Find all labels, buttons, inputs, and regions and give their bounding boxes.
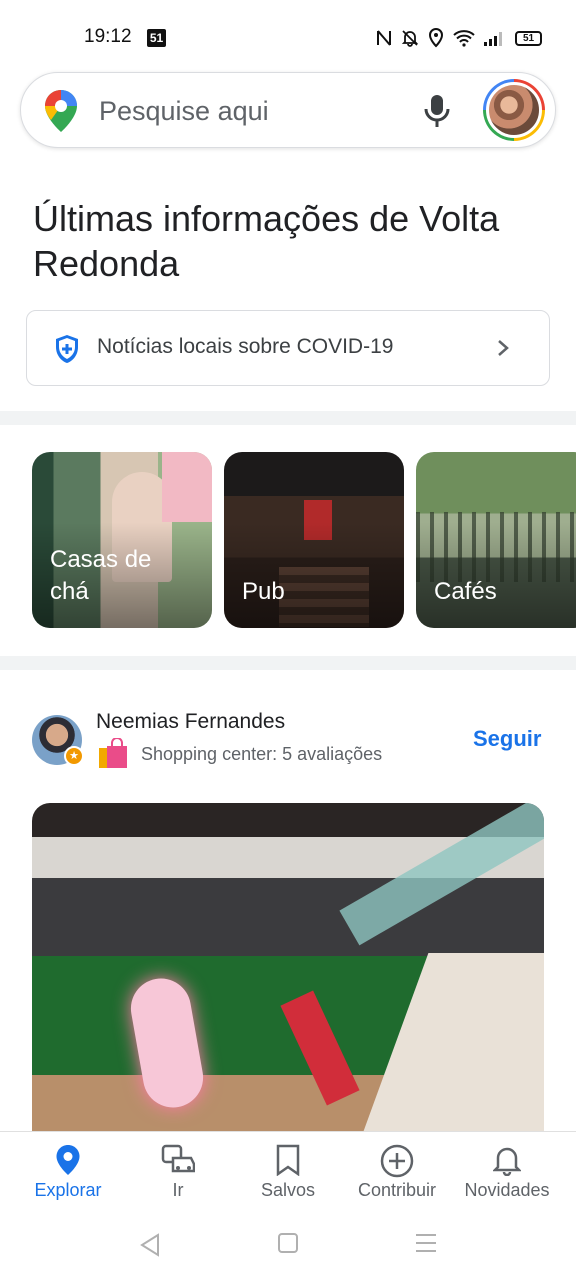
- reviewer-name[interactable]: Neemias Fernandes: [96, 710, 285, 734]
- nav-label: Salvos: [260, 1180, 316, 1200]
- category-label: Pub: [242, 578, 285, 605]
- account-avatar[interactable]: [483, 79, 545, 141]
- shopping-bag-icon: [99, 738, 127, 768]
- bell-off-icon: [401, 30, 419, 47]
- wifi-icon: [453, 30, 475, 47]
- maps-pin-icon: [45, 90, 77, 132]
- nav-label: Explorar: [34, 1180, 102, 1200]
- home-icon[interactable]: [278, 1233, 298, 1253]
- menu-icon[interactable]: [415, 1233, 437, 1253]
- nav-label: Novidades: [464, 1180, 550, 1200]
- shield-icon: [56, 335, 78, 363]
- status-bar: 19:12 51 51: [0, 0, 576, 72]
- section-divider: [0, 411, 576, 425]
- search-bar[interactable]: Pesquise aqui: [20, 72, 556, 148]
- pin-icon: [56, 1145, 80, 1175]
- category-cafes[interactable]: Cafés: [416, 452, 576, 628]
- covid-news-label: Notícias locais sobre COVID-19: [97, 335, 394, 358]
- nav-label: Contribuir: [357, 1180, 437, 1200]
- nav-go[interactable]: Ir: [123, 1132, 233, 1210]
- category-label: Cafés: [434, 578, 497, 605]
- mic-icon[interactable]: [423, 93, 451, 129]
- bottom-nav: Explorar Ir Salvos Contribuir Novidades: [0, 1131, 576, 1209]
- nav-updates[interactable]: Novidades: [452, 1132, 562, 1210]
- local-guide-star-icon: ★: [64, 746, 84, 766]
- category-tea-houses[interactable]: Casas de chá: [32, 452, 212, 628]
- category-pub[interactable]: Pub: [224, 452, 404, 628]
- location-icon: [428, 28, 444, 48]
- follow-button[interactable]: Seguir: [473, 726, 541, 752]
- reviewer-meta: Shopping center: 5 avaliações: [141, 744, 383, 764]
- section-title: Últimas informações de Volta Redonda: [33, 198, 500, 284]
- search-input[interactable]: Pesquise aqui: [99, 96, 269, 127]
- review-photo[interactable]: [32, 803, 544, 1143]
- covid-news-card[interactable]: Notícias locais sobre COVID-19: [26, 310, 550, 386]
- nav-explore[interactable]: Explorar: [13, 1132, 123, 1210]
- status-time: 19:12: [84, 26, 132, 47]
- nfc-icon: [377, 30, 391, 46]
- add-circle-icon: [380, 1144, 414, 1178]
- bookmark-icon: [276, 1144, 300, 1176]
- section-divider: [0, 656, 576, 670]
- car-icon: [161, 1144, 195, 1173]
- chevron-right-icon: [498, 340, 509, 356]
- signal-icon: [484, 32, 502, 46]
- category-label: Casas de chá: [50, 546, 152, 605]
- nav-label: Ir: [172, 1180, 184, 1200]
- battery-icon: 51: [515, 30, 542, 46]
- status-icons: 51: [376, 26, 542, 50]
- bell-icon: [493, 1147, 521, 1176]
- nav-contribute[interactable]: Contribuir: [342, 1132, 452, 1210]
- system-nav: [0, 1209, 576, 1280]
- nav-saved[interactable]: Salvos: [233, 1132, 343, 1210]
- notification-badge: 51: [147, 29, 166, 47]
- back-icon[interactable]: [139, 1233, 161, 1257]
